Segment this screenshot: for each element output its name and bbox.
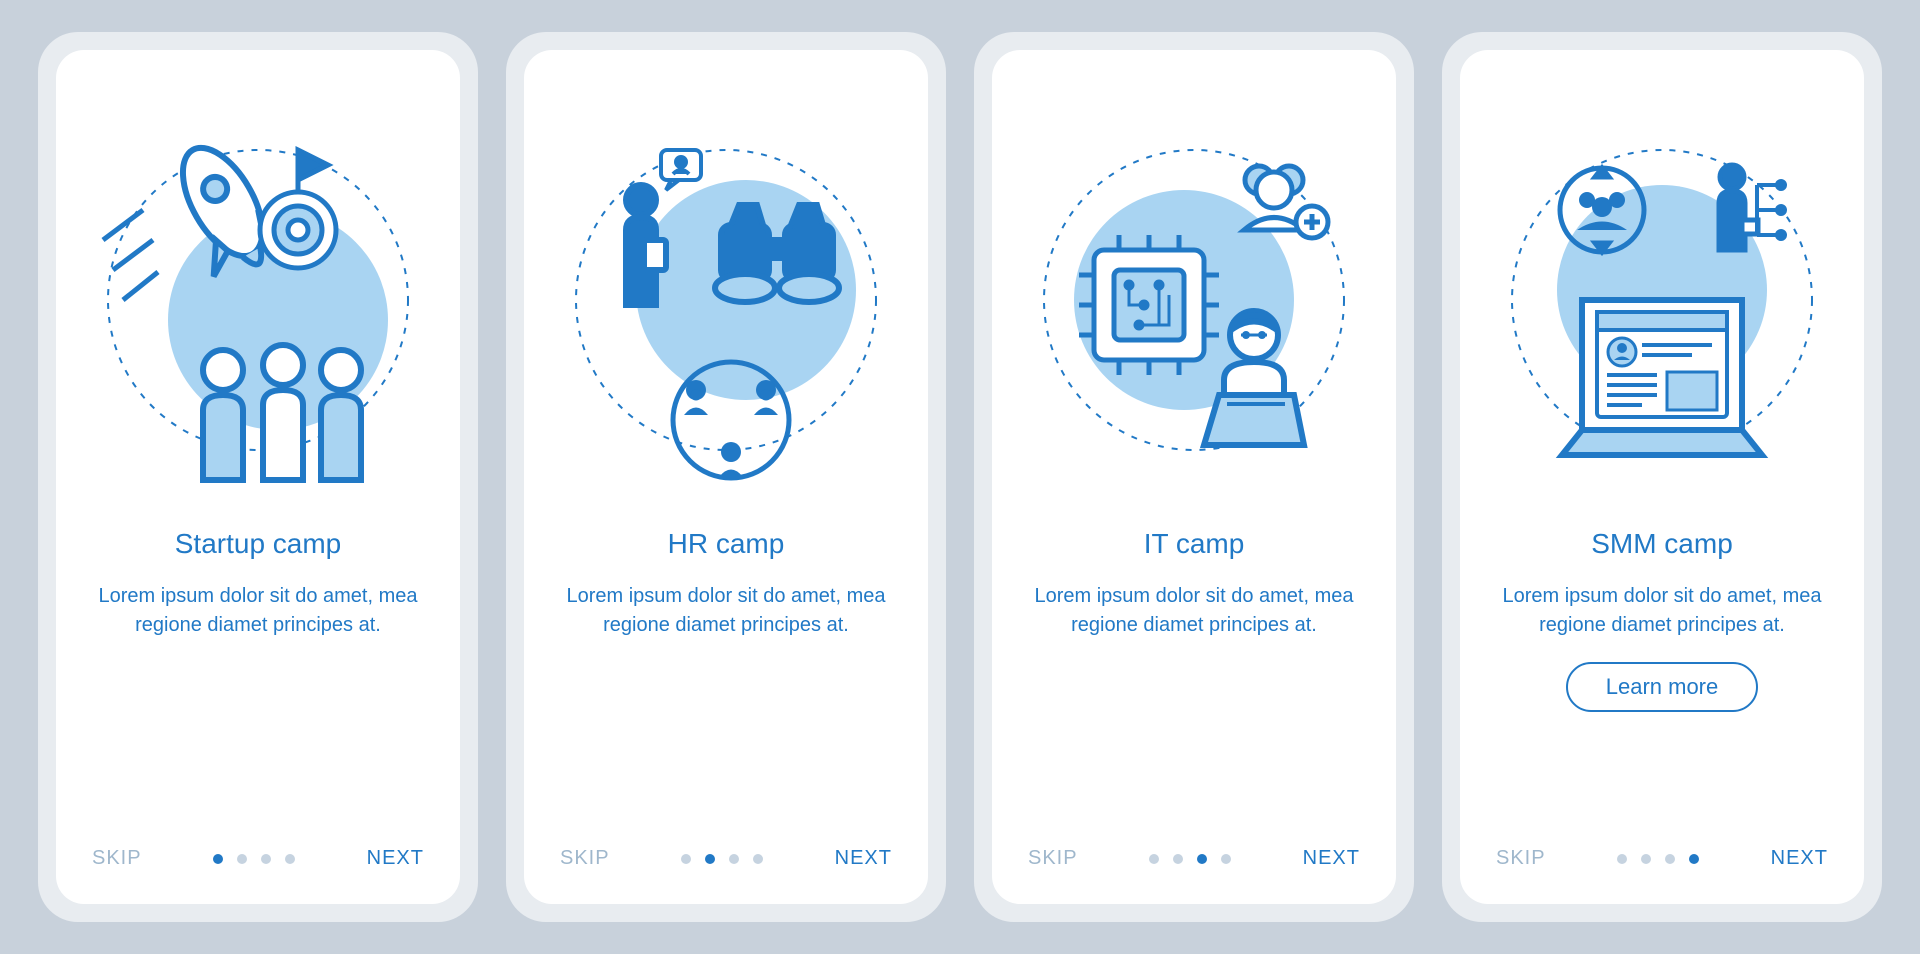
skip-button[interactable]: SKIP bbox=[1496, 847, 1546, 870]
learn-more-button[interactable]: Learn more bbox=[1566, 662, 1759, 712]
dot bbox=[705, 854, 715, 864]
onboarding-screen-3: IT camp Lorem ipsum dolor sit do amet, m… bbox=[992, 50, 1396, 904]
page-indicator bbox=[681, 854, 763, 864]
onboarding-footer: SKIP NEXT bbox=[1496, 847, 1828, 870]
dot bbox=[681, 854, 691, 864]
phone-frame: IT camp Lorem ipsum dolor sit do amet, m… bbox=[974, 32, 1414, 922]
dot bbox=[237, 854, 247, 864]
screen-description: Lorem ipsum dolor sit do amet, mea regio… bbox=[1028, 582, 1360, 640]
next-button[interactable]: NEXT bbox=[1771, 847, 1828, 870]
phone-frame: SMM camp Lorem ipsum dolor sit do amet, … bbox=[1442, 32, 1882, 922]
page-indicator bbox=[1149, 854, 1231, 864]
dot bbox=[1617, 854, 1627, 864]
screen-description: Lorem ipsum dolor sit do amet, mea regio… bbox=[560, 582, 892, 640]
dot bbox=[213, 854, 223, 864]
dot bbox=[1641, 854, 1651, 864]
next-button[interactable]: NEXT bbox=[367, 847, 424, 870]
onboarding-screen-4: SMM camp Lorem ipsum dolor sit do amet, … bbox=[1460, 50, 1864, 904]
skip-button[interactable]: SKIP bbox=[92, 847, 142, 870]
screen-title: IT camp bbox=[1144, 528, 1245, 560]
screen-title: SMM camp bbox=[1591, 528, 1733, 560]
dot bbox=[729, 854, 739, 864]
dot bbox=[753, 854, 763, 864]
it-icon bbox=[1034, 90, 1354, 510]
hr-icon bbox=[566, 90, 886, 510]
onboarding-footer: SKIP NEXT bbox=[1028, 847, 1360, 870]
dot bbox=[285, 854, 295, 864]
phone-frame: HR camp Lorem ipsum dolor sit do amet, m… bbox=[506, 32, 946, 922]
skip-button[interactable]: SKIP bbox=[1028, 847, 1078, 870]
dot bbox=[1149, 854, 1159, 864]
dot bbox=[261, 854, 271, 864]
onboarding-screen-1: Startup camp Lorem ipsum dolor sit do am… bbox=[56, 50, 460, 904]
screen-title: HR camp bbox=[668, 528, 785, 560]
screen-description: Lorem ipsum dolor sit do amet, mea regio… bbox=[92, 582, 424, 640]
onboarding-footer: SKIP NEXT bbox=[92, 847, 424, 870]
page-indicator bbox=[1617, 854, 1699, 864]
skip-button[interactable]: SKIP bbox=[560, 847, 610, 870]
next-button[interactable]: NEXT bbox=[835, 847, 892, 870]
startup-icon bbox=[98, 90, 418, 510]
onboarding-footer: SKIP NEXT bbox=[560, 847, 892, 870]
onboarding-screen-2: HR camp Lorem ipsum dolor sit do amet, m… bbox=[524, 50, 928, 904]
dot bbox=[1689, 854, 1699, 864]
dot bbox=[1197, 854, 1207, 864]
dot bbox=[1221, 854, 1231, 864]
next-button[interactable]: NEXT bbox=[1303, 847, 1360, 870]
page-indicator bbox=[213, 854, 295, 864]
dot bbox=[1173, 854, 1183, 864]
dot bbox=[1665, 854, 1675, 864]
screen-description: Lorem ipsum dolor sit do amet, mea regio… bbox=[1496, 582, 1828, 640]
smm-icon bbox=[1502, 90, 1822, 510]
phone-frame: Startup camp Lorem ipsum dolor sit do am… bbox=[38, 32, 478, 922]
screen-title: Startup camp bbox=[175, 528, 342, 560]
